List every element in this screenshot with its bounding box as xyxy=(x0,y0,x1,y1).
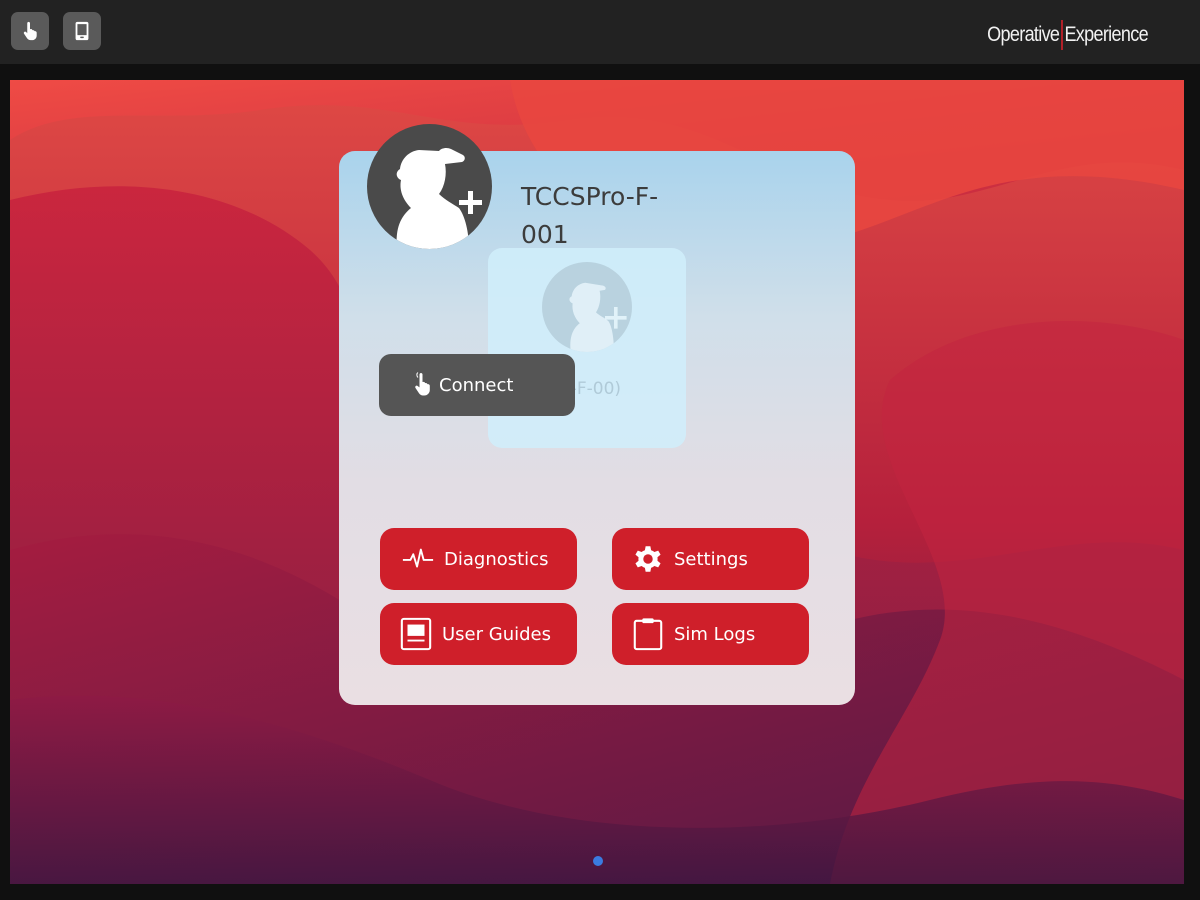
brand-logo: Operative Experience xyxy=(987,20,1149,50)
hand-pointer-icon xyxy=(23,21,37,41)
hand-pointer-icon xyxy=(415,372,430,396)
device-view-button[interactable] xyxy=(63,12,101,50)
sim-logs-button[interactable]: Sim Logs xyxy=(612,603,809,665)
diagnostics-label: Diagnostics xyxy=(444,548,549,570)
settings-label: Settings xyxy=(674,548,748,570)
brand-right-text: Experience xyxy=(1064,23,1149,46)
touch-mode-button[interactable] xyxy=(11,12,49,50)
connect-button[interactable]: Connect xyxy=(379,354,575,416)
user-guides-label: User Guides xyxy=(442,623,551,645)
heartbeat-icon xyxy=(400,541,436,577)
diagnostics-button[interactable]: Diagnostics xyxy=(380,528,577,590)
user-guides-button[interactable]: User Guides xyxy=(380,603,577,665)
user-silhouette-add-icon xyxy=(396,147,482,249)
device-name: TCCSPro-F-001 xyxy=(521,182,659,249)
add-user-avatar[interactable] xyxy=(367,124,492,249)
brand-left-text: Operative xyxy=(987,23,1060,46)
tablet-icon xyxy=(75,21,89,41)
brand-separator xyxy=(1061,20,1063,50)
page-indicator-dot[interactable] xyxy=(593,856,603,866)
settings-button[interactable]: Settings xyxy=(612,528,809,590)
clipboard-icon xyxy=(630,616,666,652)
connect-button-label: Connect xyxy=(439,374,514,396)
book-icon xyxy=(398,616,434,652)
sim-logs-label: Sim Logs xyxy=(674,623,756,645)
ghost-add-user-icon xyxy=(542,262,632,352)
gear-icon xyxy=(630,541,666,577)
top-bar: Operative Experience xyxy=(0,0,1200,64)
